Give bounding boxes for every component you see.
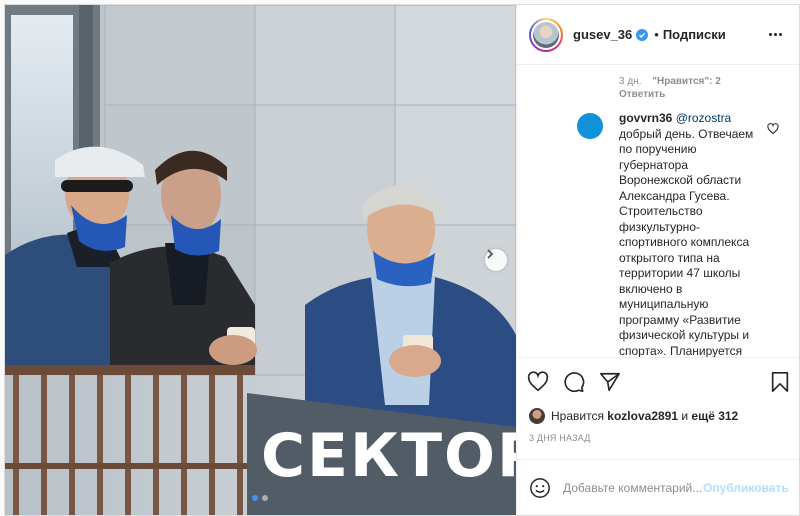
reply-avatar[interactable] — [577, 113, 603, 139]
slide-dot-active — [252, 495, 258, 501]
heart-icon — [527, 370, 549, 391]
likes-summary: Нравится kozlova2891 и ещё 312 — [517, 405, 799, 427]
liker-username[interactable]: kozlova2891 — [607, 409, 678, 423]
reply-link[interactable]: Ответить — [619, 88, 769, 101]
author-avatar-image — [533, 21, 559, 48]
slide-dot — [262, 495, 268, 501]
chevron-right-icon — [487, 249, 494, 259]
reply-comment: govvrn36 @rozostra добрый день. Отвечаем… — [577, 111, 791, 357]
post-date: 3 ДНЯ НАЗАД — [529, 433, 591, 443]
heart-outline-icon[interactable] — [767, 123, 779, 135]
verified-badge-icon — [636, 28, 649, 41]
following-button[interactable]: Подписки — [663, 27, 726, 42]
reply-body: govvrn36 @rozostra добрый день. Отвечаем… — [619, 111, 757, 357]
more-options-icon[interactable] — [765, 29, 786, 40]
share-icon — [600, 372, 620, 391]
slide-indicator — [252, 495, 268, 501]
reply-text: добрый день. Отвечаем по поручению губер… — [619, 126, 754, 358]
like-button[interactable] — [527, 370, 549, 393]
follow-separator: • — [654, 27, 659, 42]
author-username[interactable]: gusev_36 — [573, 27, 632, 42]
bookmark-icon — [771, 371, 789, 392]
comment-likes[interactable]: "Нравится": 2 — [652, 76, 721, 87]
author-avatar[interactable] — [529, 17, 563, 52]
reply-mention[interactable]: @rozostra — [676, 111, 732, 125]
post-actions — [517, 357, 799, 405]
next-slide-button[interactable] — [485, 249, 507, 271]
comment-age: 3 дн. — [619, 76, 642, 87]
emoji-button[interactable] — [529, 477, 551, 499]
publish-button[interactable]: Опубликовать — [703, 481, 789, 495]
reply-username[interactable]: govvrn36 — [619, 111, 672, 125]
comment-button[interactable] — [563, 371, 585, 393]
post-side-panel: gusev_36 • Подписки 3 дн. "Нравится": 2 … — [516, 5, 799, 515]
post-modal: СЕКТОР gusev_36 • Подписки 3 дн. "Нравит… — [4, 4, 800, 516]
share-button[interactable] — [599, 371, 621, 393]
likes-middle: и — [681, 409, 689, 423]
comment-input[interactable] — [563, 480, 703, 495]
likes-prefix: Нравится — [551, 409, 604, 423]
liker-avatar[interactable] — [529, 408, 545, 424]
add-comment-bar: Опубликовать — [517, 459, 799, 515]
likes-others[interactable]: ещё 312 — [691, 409, 738, 423]
post-photo[interactable]: СЕКТОР — [5, 5, 516, 515]
emoji-icon — [530, 477, 550, 498]
sign-text: СЕКТОР — [261, 421, 516, 491]
comments-section: 3 дн. "Нравится": 2 Ответить govvrn36 @r… — [517, 65, 799, 357]
comment-icon — [564, 371, 585, 392]
post-header: gusev_36 • Подписки — [517, 5, 799, 65]
comment-meta: 3 дн. "Нравится": 2 Ответить — [619, 75, 769, 101]
save-button[interactable] — [770, 371, 790, 393]
